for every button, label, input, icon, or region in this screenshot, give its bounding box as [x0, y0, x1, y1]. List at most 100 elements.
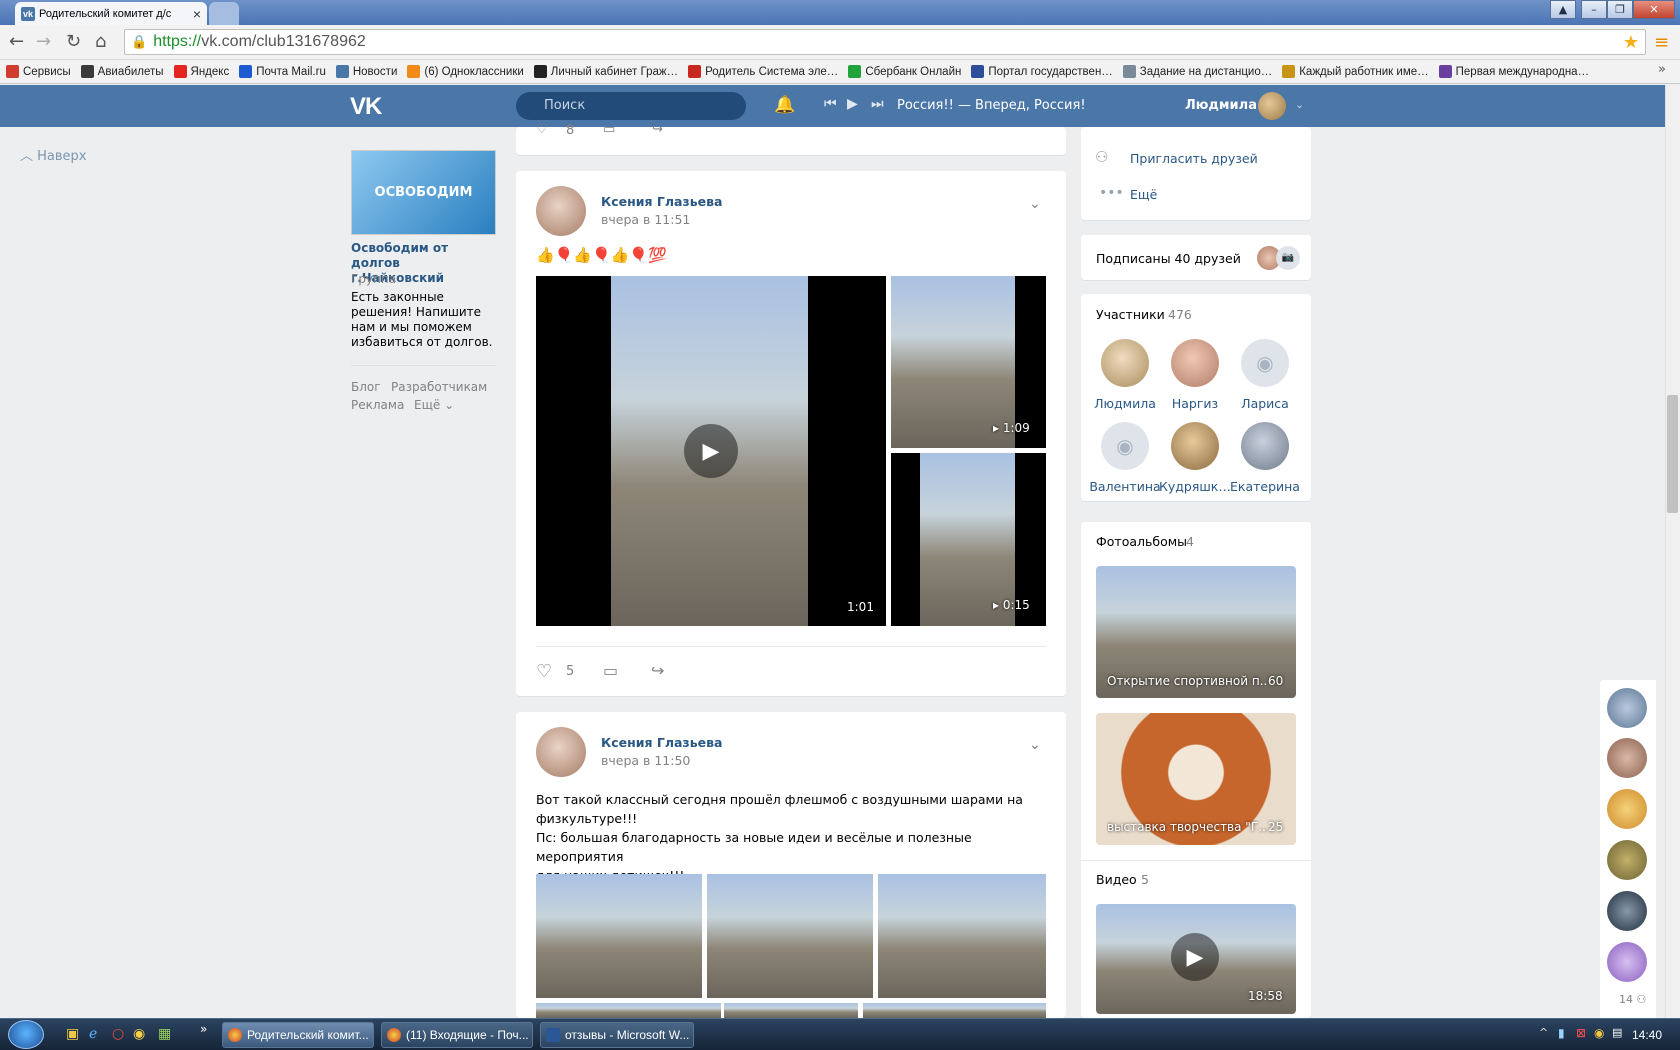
chrome-menu-icon[interactable]: ≡ — [1654, 32, 1669, 53]
taskbar-item[interactable]: (11) Входящие - Поч... — [381, 1022, 533, 1048]
chevron-down-icon[interactable]: ⌄ — [1029, 737, 1041, 753]
online-friend-avatar[interactable] — [1607, 789, 1647, 829]
taskbar-item[interactable]: Родительский комит... — [222, 1022, 374, 1048]
post-photo[interactable] — [707, 874, 873, 998]
member-name[interactable]: Екатерина — [1229, 479, 1301, 494]
post-photo[interactable] — [863, 1003, 1046, 1018]
network-icon[interactable]: ▮ — [1558, 1026, 1565, 1040]
post-photo[interactable] — [536, 874, 702, 998]
chevron-down-icon[interactable]: ⌄ — [1029, 196, 1041, 212]
play-icon[interactable]: ▶ — [1171, 933, 1219, 981]
clock[interactable]: 14:40 — [1632, 1028, 1662, 1042]
post-photo[interactable] — [878, 874, 1046, 998]
share-icon[interactable]: ↪ — [652, 122, 663, 137]
albums-title[interactable]: Фотоальбомы — [1096, 534, 1187, 549]
vk-search-input[interactable]: Поиск — [516, 92, 746, 120]
member-avatar[interactable] — [1101, 339, 1149, 387]
tray-expand-icon[interactable]: ^ — [1539, 1026, 1548, 1039]
online-friend-avatar[interactable] — [1607, 891, 1647, 931]
tray-app-icon[interactable]: ◉ — [1594, 1026, 1604, 1040]
bookmark-item[interactable]: Каждый работник име… — [1282, 65, 1429, 78]
bookmark-item[interactable]: Почта Mail.ru — [239, 65, 326, 78]
reload-icon[interactable]: ↻ — [66, 32, 81, 52]
member-avatar[interactable] — [1241, 422, 1289, 470]
tab-active[interactable]: vk Родительский комитет д/с × — [15, 2, 207, 25]
member-avatar[interactable] — [1171, 422, 1219, 470]
author-avatar[interactable] — [536, 186, 586, 236]
now-playing-track[interactable]: Россия!! — Вперед, Россия! — [897, 98, 1086, 113]
footer-blog-link[interactable]: Блог — [351, 380, 381, 394]
bookmark-item[interactable]: Сервисы — [6, 65, 71, 78]
footer-more-link[interactable]: Ещё ⌄ — [414, 398, 454, 412]
post-photo[interactable] — [536, 1003, 721, 1018]
comment-icon[interactable]: ▭ — [603, 122, 615, 137]
antivirus-icon[interactable]: ⊠ — [1576, 1026, 1586, 1040]
new-tab-button[interactable] — [209, 2, 239, 25]
online-friend-avatar[interactable] — [1607, 738, 1647, 778]
address-bar[interactable]: 🔒 https:// vk.com/club131678962 ★ — [124, 29, 1646, 55]
bookmark-item[interactable]: Задание на дистанцио… — [1122, 65, 1272, 78]
taskbar-item[interactable]: отзывы - Microsoft W... — [540, 1022, 694, 1048]
post-author[interactable]: Ксения Глазьева — [601, 194, 722, 209]
play-icon[interactable]: ▶ — [847, 96, 858, 112]
bookmark-item[interactable]: Личный кабинет Граж… — [533, 65, 678, 78]
member-name[interactable]: Валентина — [1089, 479, 1161, 494]
scrollbar-thumb[interactable] — [1667, 395, 1678, 513]
camera-icon[interactable]: ◉ — [1101, 422, 1149, 470]
bookmark-item[interactable]: Родитель Система эле… — [688, 65, 838, 78]
bookmark-item[interactable]: (6) Одноклассники — [407, 65, 524, 78]
bookmark-item[interactable]: Новости — [335, 65, 397, 78]
more-link[interactable]: Ещё — [1130, 187, 1157, 202]
video-title[interactable]: Видео — [1096, 872, 1137, 887]
post-time[interactable]: вчера в 11:50 — [601, 753, 690, 768]
post-photo[interactable] — [724, 1003, 858, 1018]
home-icon[interactable]: ⌂ — [95, 32, 106, 52]
member-name[interactable]: Лариса — [1229, 396, 1301, 411]
bookmarks-more-icon[interactable]: » — [1658, 62, 1666, 77]
play-icon[interactable]: ▶ — [684, 424, 738, 478]
media-player-icon[interactable]: ▣ — [66, 1026, 79, 1042]
share-icon[interactable]: ↪ — [651, 661, 664, 680]
like-icon[interactable]: ♡ — [536, 661, 552, 682]
user-name[interactable]: Людмила — [1185, 98, 1257, 113]
member-name[interactable]: Людмила — [1089, 396, 1161, 411]
bookmark-item[interactable]: Авиабилеты — [80, 65, 164, 78]
online-friend-avatar[interactable] — [1607, 840, 1647, 880]
camera-icon[interactable]: ◉ — [1241, 339, 1289, 387]
tab-close-icon[interactable]: × — [193, 6, 201, 22]
chevron-down-icon[interactable]: ⌄ — [1295, 98, 1304, 111]
vk-logo[interactable]: VK — [350, 93, 382, 121]
bookmark-item[interactable]: Первая международна… — [1438, 65, 1589, 78]
back-arrow-icon[interactable]: ← — [9, 32, 24, 52]
app-icon[interactable]: ▦ — [158, 1026, 171, 1042]
invite-friends-link[interactable]: Пригласить друзей — [1130, 151, 1258, 166]
post-time[interactable]: вчера в 11:51 — [601, 212, 690, 227]
close-window-button[interactable]: ✕ — [1633, 0, 1675, 19]
member-name[interactable]: Наргиз — [1159, 396, 1231, 411]
opera-icon[interactable]: ○ — [112, 1026, 124, 1042]
chrome-icon[interactable]: ◉ — [133, 1026, 145, 1042]
online-friend-avatar[interactable] — [1607, 942, 1647, 982]
bookmark-item[interactable]: Портал государствен… — [971, 65, 1113, 78]
minimize-button[interactable]: – — [1581, 0, 1607, 19]
ad-image[interactable]: ОСВОБОДИМ — [351, 150, 496, 235]
start-button[interactable] — [8, 1020, 44, 1049]
back-to-top-link[interactable]: ︿ Наверх — [20, 145, 87, 164]
forward-arrow-icon[interactable]: → — [36, 32, 51, 52]
maximize-button[interactable]: ❐ — [1607, 0, 1633, 19]
notifications-bell-icon[interactable]: 🔔 — [774, 95, 795, 115]
quicklaunch-more-icon[interactable]: » — [200, 1022, 207, 1036]
bookmark-star-icon[interactable]: ★ — [1623, 32, 1639, 53]
footer-ads-link[interactable]: Реклама — [351, 398, 404, 412]
online-friend-avatar[interactable] — [1607, 688, 1647, 728]
next-track-icon[interactable]: ⏭ — [871, 96, 884, 112]
ie-icon[interactable]: ℯ — [89, 1026, 97, 1042]
footer-dev-link[interactable]: Разработчикам — [391, 380, 487, 394]
user-avatar[interactable] — [1258, 92, 1286, 120]
comment-icon[interactable]: ▭ — [603, 661, 618, 680]
bookmark-item[interactable]: Яндекс — [173, 65, 229, 78]
profile-icon[interactable]: ▲ — [1550, 0, 1576, 19]
scrollbar[interactable] — [1665, 85, 1680, 1018]
author-avatar[interactable] — [536, 727, 586, 777]
language-flag-icon[interactable]: ▤ — [1612, 1026, 1622, 1039]
